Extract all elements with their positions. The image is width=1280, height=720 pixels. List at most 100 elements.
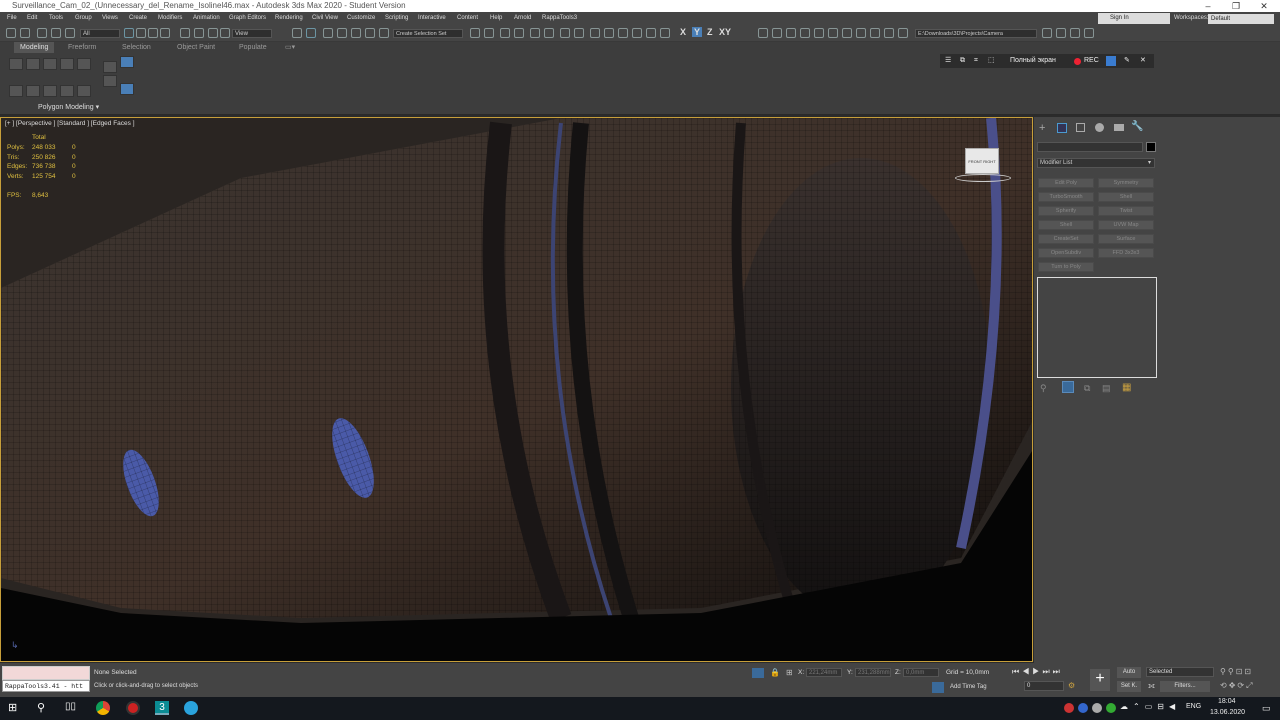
save-icon[interactable]	[1070, 28, 1080, 38]
render-setup-icon[interactable]	[590, 28, 600, 38]
menu-content[interactable]: Content	[457, 12, 478, 25]
menu-civil-view[interactable]: Civil View	[312, 12, 338, 25]
curve-editor-icon[interactable]	[544, 28, 554, 38]
center-snap-icon[interactable]	[870, 28, 880, 38]
add-key-button[interactable]: +	[1090, 669, 1110, 691]
angle-snap-icon[interactable]	[337, 28, 347, 38]
coord-z-field[interactable]: 0,0mm	[903, 668, 939, 677]
tray-system-icons[interactable]: ☁⌃▭⊟◀	[1120, 702, 1180, 711]
open-folder-icon[interactable]	[1056, 28, 1066, 38]
border-mode-icon[interactable]	[43, 58, 57, 70]
show-end-result-icon[interactable]	[120, 56, 134, 68]
viewport-nav-icons-top[interactable]: ⚲⚲⊡⊡	[1220, 667, 1253, 676]
repeat-last-icon[interactable]	[9, 85, 23, 97]
recorder-pause-icon[interactable]	[1106, 56, 1116, 66]
mod-spherify-button[interactable]: Spherify	[1038, 206, 1094, 216]
selection-lock-icon[interactable]: 🔒	[770, 668, 780, 677]
set-key-button[interactable]: Set K.	[1117, 681, 1141, 692]
menu-icon[interactable]: ☰	[945, 54, 951, 68]
minimize-button[interactable]: –	[1194, 0, 1222, 12]
telegram-icon[interactable]	[184, 701, 198, 715]
vertex-snap-icon[interactable]	[758, 28, 768, 38]
utilities-tab-icon[interactable]: 🔧	[1131, 121, 1143, 132]
make-unique-icon[interactable]: ⧉	[1084, 383, 1090, 394]
area-icon[interactable]: ⬚	[988, 54, 995, 68]
window-crossing-icon[interactable]	[160, 28, 170, 38]
menu-tools[interactable]: Tools	[49, 12, 63, 25]
workspace-dropdown[interactable]: Default	[1208, 14, 1274, 24]
cut-icon[interactable]	[60, 85, 74, 97]
absolute-mode-icon[interactable]: ⊞	[786, 668, 793, 677]
create-selection-set-dropdown[interactable]: Create Selection Set	[393, 29, 463, 38]
vertex-mode-icon[interactable]	[9, 58, 23, 70]
key-mode-icon[interactable]: ⟗	[1148, 681, 1155, 691]
chrome-icon[interactable]	[96, 701, 110, 715]
set-project-icon[interactable]	[1042, 28, 1052, 38]
add-time-tag[interactable]: Add Time Tag	[950, 684, 987, 690]
move-icon[interactable]	[180, 28, 190, 38]
menu-interactive[interactable]: Interactive	[418, 12, 446, 25]
input-language[interactable]: ENG	[1186, 703, 1201, 710]
tray-app-icon[interactable]	[1078, 703, 1088, 713]
task-view-icon[interactable]: ▯▯	[65, 701, 79, 715]
clock-date[interactable]: 13.06.2020	[1210, 709, 1245, 716]
perpendicular-snap-icon[interactable]	[856, 28, 866, 38]
viewcube-right[interactable]: RIGHT	[983, 159, 995, 164]
arnold-render-icon[interactable]	[660, 28, 670, 38]
unlink-icon[interactable]	[51, 28, 61, 38]
viewport-nav-icons-bottom[interactable]: ⟲✥⟳⤢	[1220, 681, 1255, 691]
display-tab-icon[interactable]	[1114, 124, 1124, 131]
pin-stack-icon[interactable]: ⚲	[1040, 383, 1047, 394]
swift-loop-icon[interactable]	[43, 85, 57, 97]
midpoint-snap-icon[interactable]	[842, 28, 852, 38]
menu-file[interactable]: File	[7, 12, 17, 25]
align-icon[interactable]	[484, 28, 494, 38]
key-filter-dropdown[interactable]: Selected	[1146, 667, 1214, 677]
menu-arnold[interactable]: Arnold	[514, 12, 531, 25]
render-cloud-icon[interactable]	[632, 28, 642, 38]
ribbon-toggle-icon[interactable]	[530, 28, 540, 38]
modifier-stack[interactable]	[1037, 277, 1157, 378]
tab-selection[interactable]: Selection	[122, 42, 151, 53]
menu-views[interactable]: Views	[102, 12, 118, 25]
selection-filter-dropdown[interactable]: All	[80, 29, 120, 38]
schematic-view-icon[interactable]	[560, 28, 570, 38]
menu-create[interactable]: Create	[129, 12, 147, 25]
redo-icon[interactable]	[20, 28, 30, 38]
sign-in-button[interactable]: Sign In	[1098, 13, 1170, 24]
mod-ffd-button[interactable]: FFD 3x3x3	[1098, 248, 1154, 258]
axis-x-button[interactable]: X	[680, 27, 686, 37]
layer-explorer-icon[interactable]	[514, 28, 524, 38]
create-tab-icon[interactable]: +	[1039, 122, 1045, 134]
recorder-app-icon[interactable]	[126, 701, 140, 715]
time-tag-icon[interactable]	[932, 682, 944, 693]
coord-x-field[interactable]: 221,24mm	[806, 668, 842, 677]
notifications-icon[interactable]: ▭	[1262, 703, 1271, 714]
windows-start-icon[interactable]: ⊞	[8, 701, 22, 715]
menu-edit[interactable]: Edit	[27, 12, 37, 25]
mod-symmetry-button[interactable]: Symmetry	[1098, 178, 1154, 188]
menu-group[interactable]: Group	[75, 12, 92, 25]
recorder-close-icon[interactable]: ✕	[1140, 54, 1146, 68]
modifier-list-dropdown[interactable]: Modifier List ▾	[1037, 158, 1155, 168]
modify-tab-icon[interactable]	[1057, 123, 1067, 133]
select-by-name-icon[interactable]	[136, 28, 146, 38]
asset-tracking-icon[interactable]	[1084, 28, 1094, 38]
render-production-icon[interactable]	[618, 28, 628, 38]
a360-icon[interactable]	[646, 28, 656, 38]
maximize-button[interactable]: ❐	[1222, 0, 1250, 12]
polygon-mode-icon[interactable]	[60, 58, 74, 70]
mod-opensubdiv-button[interactable]: OpenSubdiv	[1038, 248, 1094, 258]
menu-animation[interactable]: Animation	[193, 12, 220, 25]
viewport-label-menu[interactable]: [+ ] [Perspective ] [Standard ] [Edged F…	[5, 120, 135, 127]
element-mode-icon[interactable]	[77, 58, 91, 70]
mod-turn-to-poly-button[interactable]: Turn to Poly	[1038, 262, 1094, 272]
bind-space-warp-icon[interactable]	[65, 28, 75, 38]
pivot-snap-icon[interactable]	[814, 28, 824, 38]
viewcube-front[interactable]: FRONT	[968, 159, 982, 164]
playback-controls[interactable]: ⏮◀▶⏭⏭	[1012, 667, 1063, 677]
menu-customize[interactable]: Customize	[347, 12, 375, 25]
viewcube[interactable]: FRONT RIGHT	[965, 148, 999, 174]
snap-toggle-icon[interactable]	[323, 28, 333, 38]
mod-shell-2-button[interactable]: Shell	[1038, 220, 1094, 230]
